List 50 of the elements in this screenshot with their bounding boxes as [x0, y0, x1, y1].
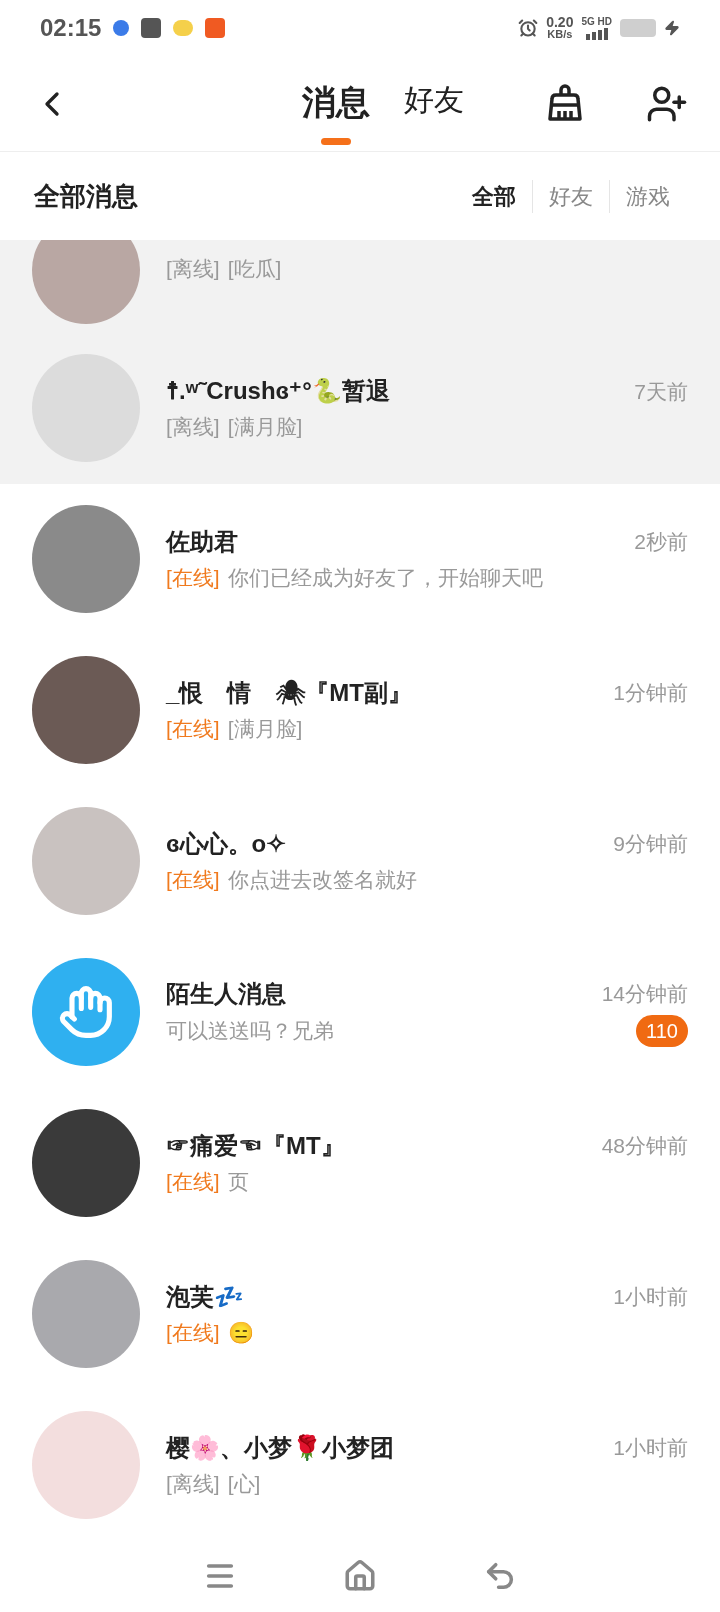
contact-name: ɞ心心。o✧	[166, 828, 287, 859]
contact-name: 陌生人消息	[166, 978, 286, 1009]
speed-unit: KB/s	[547, 28, 573, 40]
message-time: 1小时前	[613, 1434, 688, 1461]
message-preview: 页	[227, 1168, 249, 1195]
filter-tab[interactable]: 全部	[456, 179, 532, 213]
status-label: [在线]	[166, 716, 220, 743]
status-label: [离线]	[166, 256, 220, 282]
battery-icon	[620, 19, 656, 37]
filter-tab[interactable]: 游戏	[609, 179, 686, 213]
status-label: [在线]	[166, 1319, 220, 1346]
unread-count: 110	[636, 1014, 688, 1047]
header-tab[interactable]: 消息	[302, 76, 370, 145]
network-type: 5G HD	[581, 16, 612, 28]
message-preview: [吃瓜]	[227, 256, 282, 282]
contact-name: 樱🌸、小梦🌹小梦团	[166, 1432, 394, 1463]
contact-name: ☞痛爱☜『MT』	[166, 1130, 345, 1161]
message-time: 48分钟前	[601, 1133, 688, 1159]
network-speed: 0.20	[546, 16, 574, 28]
message-preview: [满月脸]	[227, 716, 303, 743]
message-time: 9分钟前	[613, 831, 688, 858]
message-time: 2秒前	[634, 529, 688, 556]
status-label: [离线]	[166, 414, 220, 441]
message-preview: [满月脸]	[227, 414, 303, 441]
message-time: 1小时前	[613, 1283, 688, 1310]
message-preview: 你点进去改签名就好	[227, 866, 417, 893]
home-icon[interactable]	[343, 1559, 377, 1593]
message-preview: 可以送送吗？兄弟	[166, 1017, 334, 1044]
contact-name: 佐助君	[166, 527, 238, 558]
filter-tab[interactable]: 好友	[532, 179, 609, 213]
contact-name: ☨.ʷ˜Crushɞ⁺°🐍暂退	[166, 376, 390, 407]
status-label: [在线]	[166, 866, 220, 893]
status-label: [在线]	[166, 565, 220, 592]
message-time: 14分钟前	[601, 981, 688, 1008]
message-preview: [心]	[227, 1470, 261, 1497]
clock-time: 02:15	[40, 13, 102, 43]
contact-name: 泡芙💤	[166, 1281, 244, 1312]
conversation-row[interactable]: ☨.ʷ˜Crushɞ⁺°🐍暂退 7天前 [离线] [满月脸]	[0, 332, 720, 484]
status-label: [离线]	[166, 1470, 220, 1497]
section-title: 全部消息	[34, 179, 138, 213]
message-time: 7天前	[634, 378, 688, 405]
status-label: [在线]	[166, 1168, 220, 1195]
charging-icon	[664, 20, 680, 36]
message-time: 1分钟前	[613, 680, 688, 707]
alarm-icon	[518, 18, 539, 38]
hand-icon	[58, 983, 114, 1040]
message-preview: 你们已经成为好友了，开始聊天吧	[227, 565, 543, 592]
header-tab[interactable]: 好友	[404, 76, 464, 139]
contact-name: _恨 情 🕷『MT副』	[166, 678, 412, 709]
message-preview: 😑	[227, 1319, 254, 1346]
